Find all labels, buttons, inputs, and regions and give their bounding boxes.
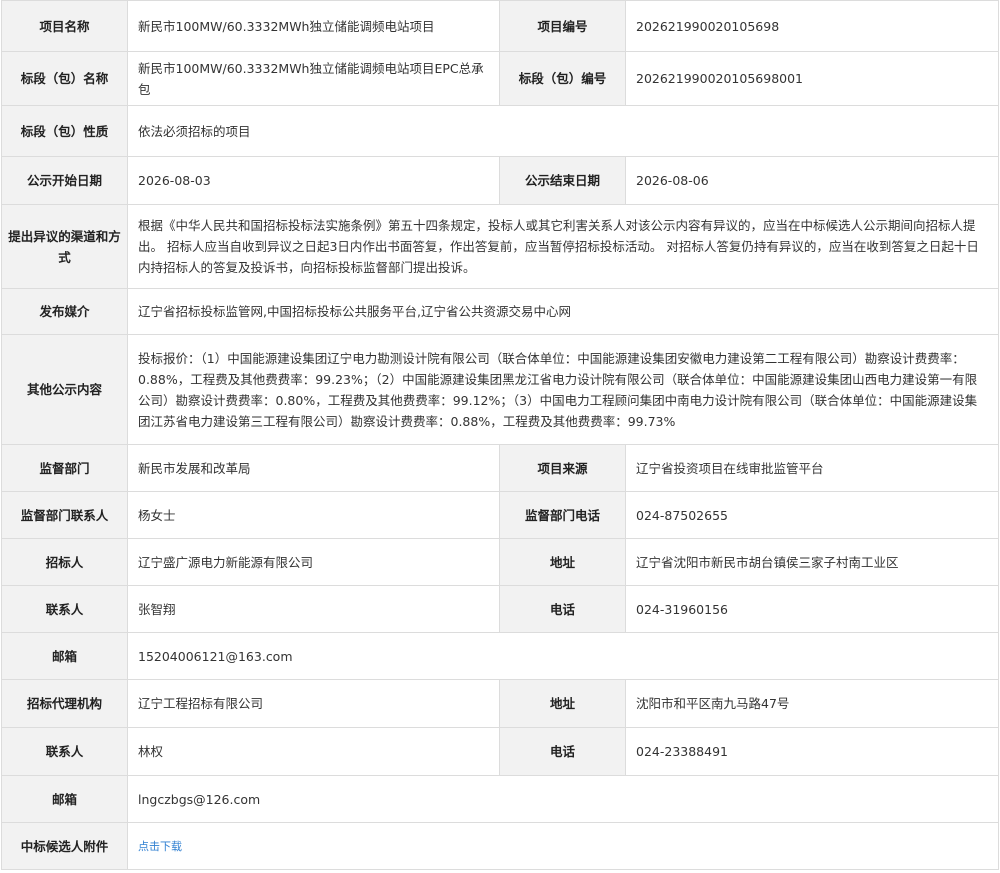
section-nature-label: 标段（包）性质 — [1, 105, 128, 157]
supervision-phone-label: 监督部门电话 — [499, 491, 626, 539]
table-row: 联系人 张智翔 电话 024-31960156 — [1, 585, 999, 633]
table-row: 其他公示内容 投标报价：（1）中国能源建设集团辽宁电力勘测设计院有限公司（联合体… — [1, 334, 999, 445]
section-name-label: 标段（包）名称 — [1, 51, 128, 106]
project-name-label: 项目名称 — [1, 0, 128, 52]
agency-email-value: lngczbgs@126.com — [127, 775, 999, 823]
table-row: 邮箱 lngczbgs@126.com — [1, 775, 999, 823]
objection-channel-label: 提出异议的渠道和方式 — [1, 204, 128, 289]
candidate-attachment-label: 中标候选人附件 — [1, 822, 128, 870]
supervision-dept-label: 监督部门 — [1, 444, 128, 492]
publicity-end-value: 2026-08-06 — [625, 156, 999, 205]
table-row: 项目名称 新民市100MW/60.3332MWh独立储能调频电站项目 项目编号 … — [1, 0, 999, 52]
other-content-label: 其他公示内容 — [1, 334, 128, 445]
other-content-value: 投标报价：（1）中国能源建设集团辽宁电力勘测设计院有限公司（联合体单位：中国能源… — [127, 334, 999, 445]
agency-contact-label: 联系人 — [1, 727, 128, 776]
candidate-attachment-cell: 点击下载 — [127, 822, 999, 870]
tenderer-label: 招标人 — [1, 538, 128, 586]
agency-address-value: 沈阳市和平区南九马路47号 — [625, 679, 999, 728]
supervision-contact-label: 监督部门联系人 — [1, 491, 128, 539]
publish-media-value: 辽宁省招标投标监管网,中国招标投标公共服务平台,辽宁省公共资源交易中心网 — [127, 288, 999, 335]
section-nature-value: 依法必须招标的项目 — [127, 105, 999, 157]
table-row: 招标代理机构 辽宁工程招标有限公司 地址 沈阳市和平区南九马路47号 — [1, 679, 999, 728]
section-name-value: 新民市100MW/60.3332MWh独立储能调频电站项目EPC总承包 — [127, 51, 500, 106]
tenderer-phone-value: 024-31960156 — [625, 585, 999, 633]
tenderer-contact-label: 联系人 — [1, 585, 128, 633]
tenderer-email-label: 邮箱 — [1, 632, 128, 680]
tenderer-email-value: 15204006121@163.com — [127, 632, 999, 680]
table-row: 标段（包）性质 依法必须招标的项目 — [1, 105, 999, 157]
tenderer-phone-label: 电话 — [499, 585, 626, 633]
table-row: 中标候选人附件 点击下载 — [1, 822, 999, 870]
tenderer-contact-value: 张智翔 — [127, 585, 500, 633]
table-row: 邮箱 15204006121@163.com — [1, 632, 999, 680]
table-row: 公示开始日期 2026-08-03 公示结束日期 2026-08-06 — [1, 156, 999, 205]
table-row: 发布媒介 辽宁省招标投标监管网,中国招标投标公共服务平台,辽宁省公共资源交易中心… — [1, 288, 999, 335]
agency-phone-value: 024-23388491 — [625, 727, 999, 776]
table-row: 监督部门联系人 杨女士 监督部门电话 024-87502655 — [1, 491, 999, 539]
objection-channel-value: 根据《中华人民共和国招标投标法实施条例》第五十四条规定，投标人或其它利害关系人对… — [127, 204, 999, 289]
publish-media-label: 发布媒介 — [1, 288, 128, 335]
supervision-dept-value: 新民市发展和改革局 — [127, 444, 500, 492]
agency-label: 招标代理机构 — [1, 679, 128, 728]
project-source-value: 辽宁省投资项目在线审批监管平台 — [625, 444, 999, 492]
agency-contact-value: 林权 — [127, 727, 500, 776]
section-number-value: 202621990020105698001 — [625, 51, 999, 106]
table-row: 提出异议的渠道和方式 根据《中华人民共和国招标投标法实施条例》第五十四条规定，投… — [1, 204, 999, 289]
agency-value: 辽宁工程招标有限公司 — [127, 679, 500, 728]
table-row: 招标人 辽宁盛广源电力新能源有限公司 地址 辽宁省沈阳市新民市胡台镇侯三家子村南… — [1, 538, 999, 586]
section-number-label: 标段（包）编号 — [499, 51, 626, 106]
download-link[interactable]: 点击下载 — [138, 840, 182, 853]
agency-email-label: 邮箱 — [1, 775, 128, 823]
tenderer-address-label: 地址 — [499, 538, 626, 586]
publicity-start-label: 公示开始日期 — [1, 156, 128, 205]
project-name-value: 新民市100MW/60.3332MWh独立储能调频电站项目 — [127, 0, 500, 52]
project-number-value: 202621990020105698 — [625, 0, 999, 52]
agency-address-label: 地址 — [499, 679, 626, 728]
agency-phone-label: 电话 — [499, 727, 626, 776]
supervision-contact-value: 杨女士 — [127, 491, 500, 539]
tenderer-value: 辽宁盛广源电力新能源有限公司 — [127, 538, 500, 586]
table-row: 联系人 林权 电话 024-23388491 — [1, 727, 999, 776]
table-row: 监督部门 新民市发展和改革局 项目来源 辽宁省投资项目在线审批监管平台 — [1, 444, 999, 492]
table-row: 标段（包）名称 新民市100MW/60.3332MWh独立储能调频电站项目EPC… — [1, 51, 999, 106]
tenderer-address-value: 辽宁省沈阳市新民市胡台镇侯三家子村南工业区 — [625, 538, 999, 586]
supervision-phone-value: 024-87502655 — [625, 491, 999, 539]
project-number-label: 项目编号 — [499, 0, 626, 52]
project-source-label: 项目来源 — [499, 444, 626, 492]
publicity-start-value: 2026-08-03 — [127, 156, 500, 205]
bid-announcement-table: 项目名称 新民市100MW/60.3332MWh独立储能调频电站项目 项目编号 … — [1, 0, 999, 870]
publicity-end-label: 公示结束日期 — [499, 156, 626, 205]
